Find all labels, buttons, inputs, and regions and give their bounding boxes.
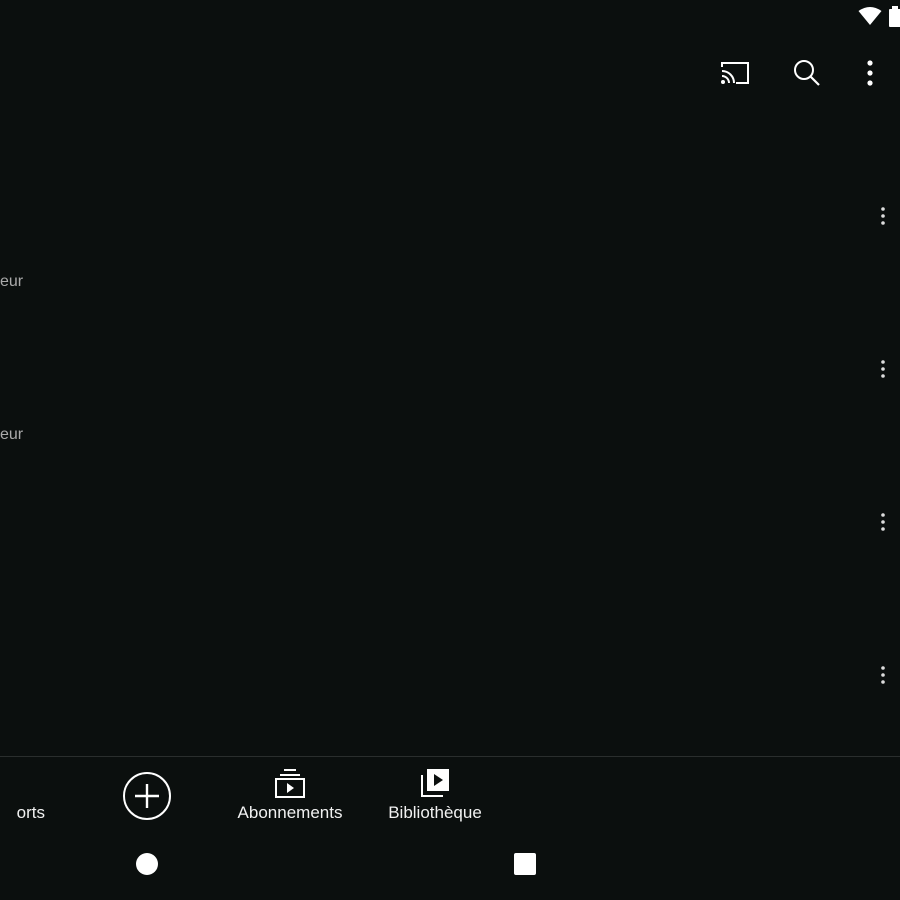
more-vertical-icon bbox=[881, 207, 885, 225]
library-icon bbox=[421, 769, 449, 797]
wifi-icon bbox=[858, 7, 882, 25]
more-vertical-icon bbox=[881, 360, 885, 378]
more-options-button[interactable] bbox=[845, 48, 895, 98]
search-icon bbox=[794, 60, 820, 86]
system-navigation-bar bbox=[0, 836, 900, 900]
cast-button[interactable] bbox=[710, 48, 760, 98]
library-icon-wrap bbox=[419, 765, 451, 801]
nav-label-library: Bibliothèque bbox=[388, 803, 482, 822]
feed-item-meta: eur bbox=[0, 273, 24, 290]
more-vertical-icon bbox=[867, 60, 873, 86]
home-button[interactable] bbox=[136, 853, 158, 875]
feed-item[interactable]: eur bbox=[0, 333, 900, 483]
nav-item-library[interactable]: Bibliothèque bbox=[370, 757, 500, 833]
feed-item[interactable] bbox=[0, 486, 900, 636]
nav-item-subscriptions[interactable]: Abonnements bbox=[220, 757, 360, 833]
search-button[interactable] bbox=[782, 48, 832, 98]
top-app-bar bbox=[0, 48, 900, 98]
shorts-icon-wrap bbox=[0, 765, 60, 801]
feed-item-meta: eur bbox=[0, 426, 24, 443]
subscriptions-icon bbox=[275, 769, 305, 798]
feed-item[interactable]: eur bbox=[0, 180, 900, 330]
feed-item-menu-button[interactable] bbox=[868, 355, 898, 383]
bottom-navigation: orts Abonnements Bibliothèque bbox=[0, 756, 900, 837]
nav-item-create[interactable] bbox=[110, 757, 184, 833]
nav-label-shorts: orts bbox=[16, 803, 45, 822]
shorts-icon bbox=[0, 766, 16, 800]
feed-item-menu-button[interactable] bbox=[868, 508, 898, 536]
nav-item-shorts[interactable]: orts bbox=[0, 757, 60, 833]
more-vertical-icon bbox=[881, 513, 885, 531]
status-bar bbox=[0, 0, 900, 36]
video-feed: eur eur bbox=[0, 120, 900, 750]
nav-label-subscriptions: Abonnements bbox=[237, 803, 343, 822]
app-screen: eur eur orts Abonnements Bibliothèque bbox=[0, 0, 900, 900]
feed-item-menu-button[interactable] bbox=[868, 661, 898, 689]
feed-item-menu-button[interactable] bbox=[868, 202, 898, 230]
recents-button[interactable] bbox=[514, 853, 536, 875]
more-vertical-icon bbox=[881, 666, 885, 684]
cast-icon bbox=[721, 62, 749, 84]
add-circle-icon bbox=[123, 772, 171, 820]
subscriptions-icon-wrap bbox=[273, 765, 307, 801]
battery-icon bbox=[889, 6, 900, 27]
